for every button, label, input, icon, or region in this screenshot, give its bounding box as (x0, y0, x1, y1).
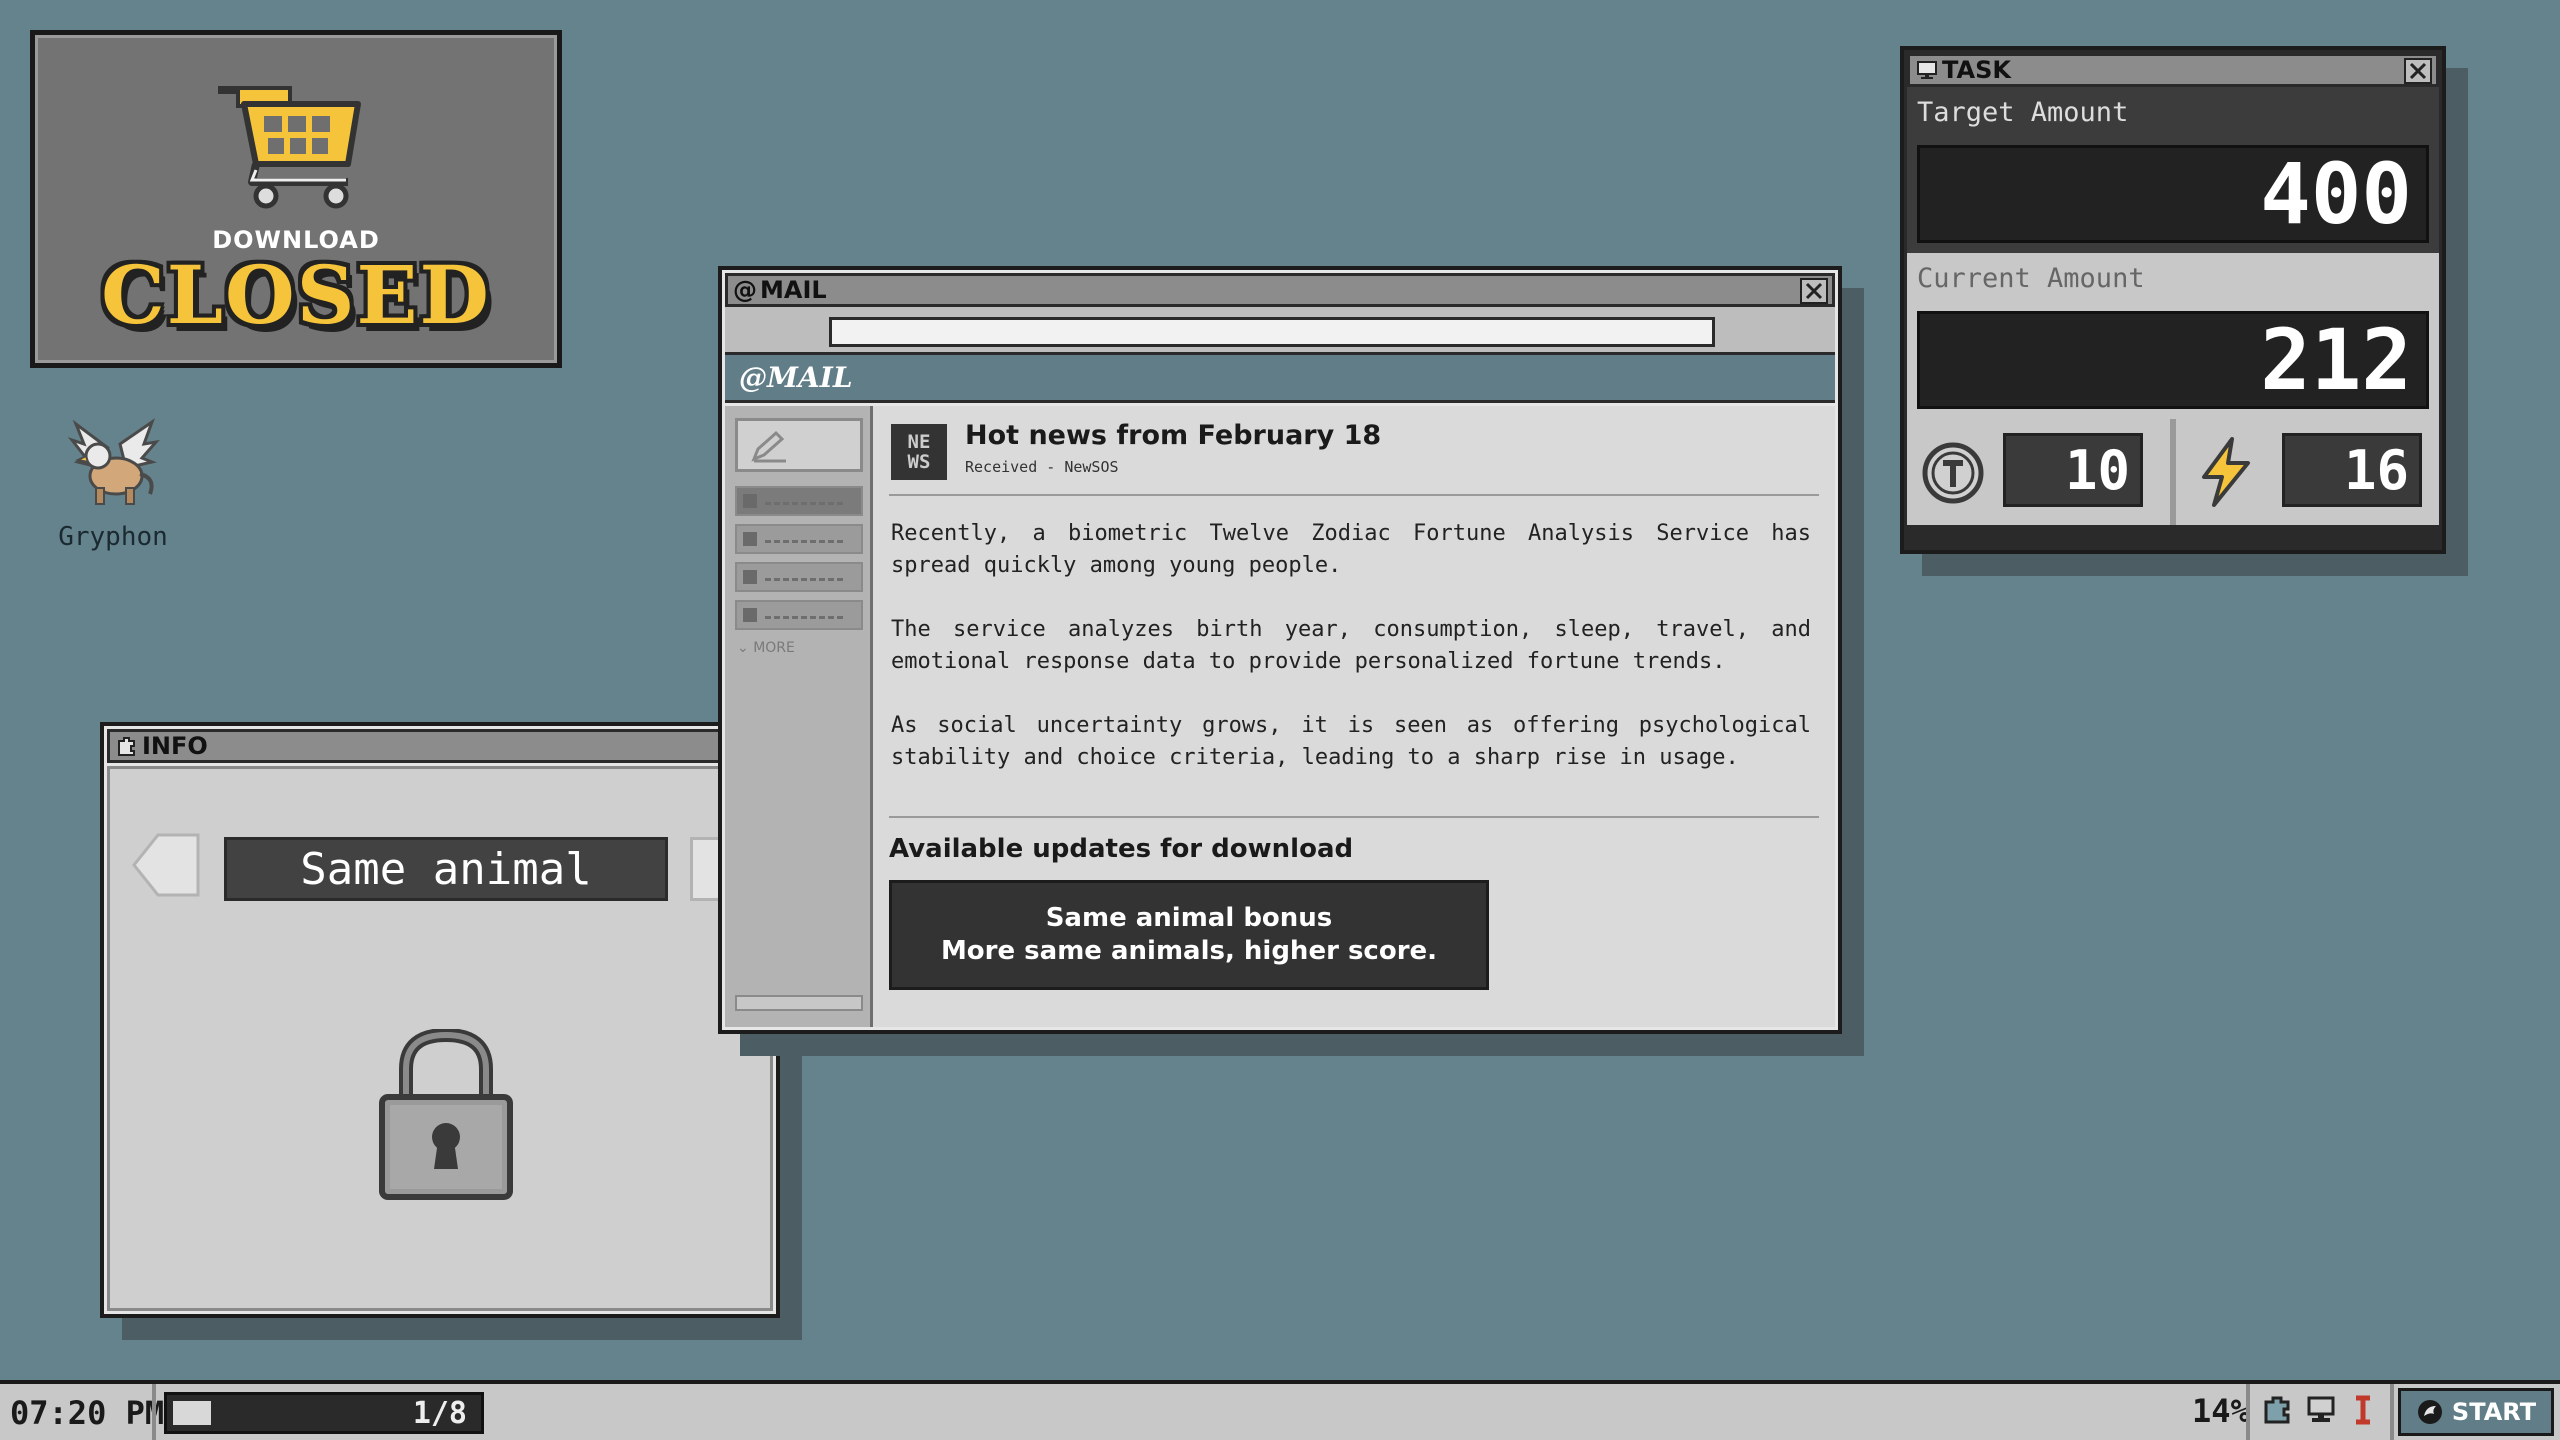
energy-counter: 16 (2170, 419, 2439, 525)
news-icon-text-2: WS (907, 451, 931, 473)
close-icon (1805, 282, 1823, 300)
message-received: Received - NewSOS (965, 458, 1119, 476)
token-value: 10 (2003, 433, 2143, 507)
update-title: Same animal bonus (1045, 903, 1333, 933)
current-amount-wrap: 212 (1907, 303, 2439, 419)
text-cursor-icon[interactable] (2352, 1394, 2374, 1426)
info-window-frame: INFO Same animal (104, 726, 776, 1314)
taskbar-separator (2390, 1384, 2394, 1440)
sidebar-more-label: MORE (753, 640, 795, 656)
target-amount-wrap: 400 (1907, 137, 2439, 253)
task-titlebar[interactable]: TASK (1907, 53, 2439, 87)
mail-window-frame: @ MAIL @MAIL ⌄ MORE NE WS Hot news from … (722, 270, 1838, 1030)
info-titlebar[interactable]: INFO (107, 729, 773, 763)
progress-bar: 1/8 (164, 1392, 484, 1434)
mail-message-view: NE WS Hot news from February 18 Received … (873, 406, 1835, 1027)
message-subject: Hot news from February 18 (965, 420, 1382, 451)
news-icon: NE WS (891, 424, 947, 480)
desktop-icon-gryphon[interactable]: Gryphon (48, 418, 178, 558)
padlock-icon (379, 1029, 513, 1200)
sidebar-more-button[interactable]: ⌄ MORE (737, 640, 795, 656)
taskbar-separator (152, 1384, 156, 1440)
news-icon-text-1: NE (907, 431, 931, 453)
mail-window: @ MAIL @MAIL ⌄ MORE NE WS Hot news from … (718, 266, 1842, 1034)
task-window: TASK Target Amount 400 Current Amount 21… (1900, 46, 2446, 554)
previous-arrow-button[interactable] (132, 833, 200, 897)
info-window: INFO Same animal (100, 722, 780, 1318)
puzzle-icon[interactable] (2262, 1394, 2292, 1426)
mail-address-input[interactable] (829, 317, 1715, 347)
progress-fill (173, 1401, 211, 1425)
close-icon (2409, 62, 2427, 80)
task-window-frame: TASK Target Amount 400 Current Amount 21… (1904, 50, 2442, 550)
shop-status-label: CLOSED (101, 248, 491, 342)
puzzle-icon (116, 735, 138, 757)
mail-list-item[interactable] (735, 600, 863, 630)
updates-heading: Available updates for download (889, 834, 1354, 864)
sidebar-scrollbar[interactable] (735, 995, 863, 1011)
mail-titlebar[interactable]: @ MAIL (725, 273, 1835, 307)
animal-selector-label: Same animal (224, 837, 668, 901)
task-close-button[interactable] (2404, 58, 2432, 84)
clock: 07:20 PM (10, 1394, 165, 1432)
token-counter: 10 (1907, 419, 2170, 525)
token-coin-icon (1922, 442, 1984, 504)
shop-panel[interactable]: DOWNLOAD CLOSED (30, 30, 562, 368)
monitor-icon (1916, 59, 1938, 81)
percent-readout: 14% (2192, 1392, 2250, 1430)
start-logo-icon (2417, 1400, 2442, 1424)
divider (889, 816, 1819, 818)
desktop-icon-label: Gryphon (58, 522, 168, 552)
mail-brand: @MAIL (725, 355, 1835, 403)
message-paragraph: Recently, a biometric Twelve Zodiac Fort… (891, 521, 1811, 578)
gryphon-icon (68, 418, 160, 505)
target-amount-label: Target Amount (1907, 87, 2439, 137)
pencil-icon (751, 430, 786, 463)
mail-sidebar: ⌄ MORE (725, 406, 873, 1027)
chevron-down-icon: ⌄ (737, 640, 754, 656)
info-body: Same animal (107, 766, 773, 1311)
shopping-cart-icon (218, 86, 361, 209)
energy-value: 16 (2282, 433, 2422, 507)
message-paragraph: The service analyzes birth year, consump… (891, 617, 1811, 674)
mail-list-item[interactable] (735, 562, 863, 592)
lightning-icon (2202, 437, 2250, 507)
current-amount-value: 212 (1917, 311, 2429, 409)
compose-button[interactable] (735, 418, 863, 472)
start-button[interactable]: START (2398, 1388, 2554, 1436)
task-title: TASK (1942, 56, 2011, 84)
resource-row: 10 16 (1907, 419, 2439, 525)
mail-list-item[interactable] (735, 486, 863, 516)
at-sign-icon: @ (733, 276, 757, 304)
start-label: START (2451, 1398, 2537, 1426)
update-description: More same animals, higher score. (940, 936, 1438, 966)
progress-text: 1/8 (412, 1395, 467, 1431)
monitor-icon[interactable] (2306, 1394, 2336, 1426)
info-title: INFO (142, 732, 208, 760)
mail-title: MAIL (760, 276, 827, 304)
taskbar: 07:20 PM 1/8 14% START (0, 1380, 2560, 1440)
current-amount-label: Current Amount (1907, 253, 2439, 303)
taskbar-separator (2246, 1384, 2250, 1440)
mail-address-bar (725, 307, 1835, 355)
shop-panel-inner: DOWNLOAD CLOSED (35, 35, 557, 363)
divider (889, 494, 1819, 496)
mail-close-button[interactable] (1800, 278, 1828, 304)
mail-list-item[interactable] (735, 524, 863, 554)
message-paragraph: As social uncertainty grows, it is seen … (891, 713, 1811, 770)
download-update-button[interactable]: Same animal bonus More same animals, hig… (889, 880, 1489, 990)
target-amount-value: 400 (1917, 145, 2429, 243)
